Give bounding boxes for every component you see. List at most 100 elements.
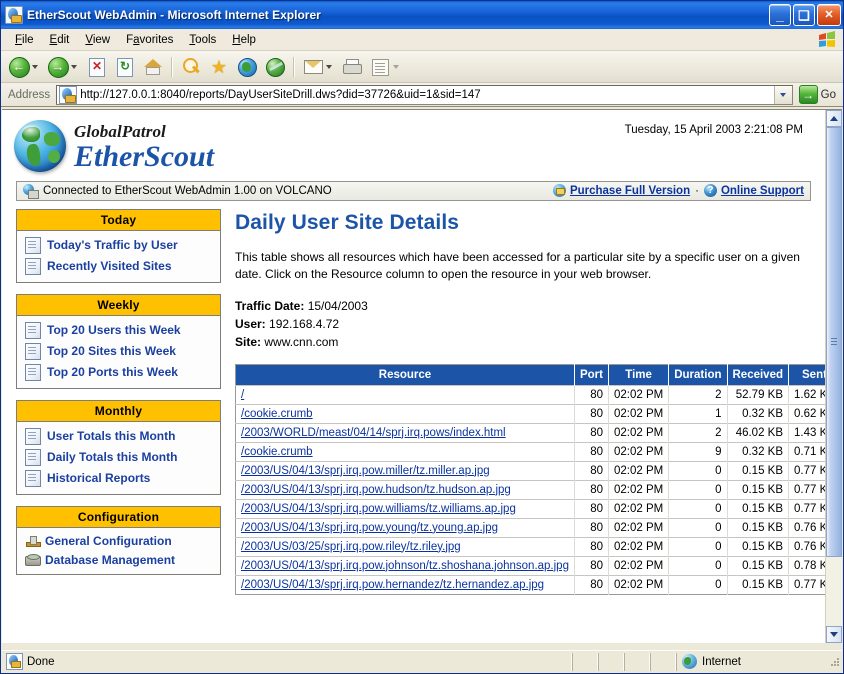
- maximize-button[interactable]: ❑: [793, 4, 815, 26]
- resource-link[interactable]: /2003/US/04/13/sprj.irq.pow.hernandez/tz…: [241, 579, 544, 591]
- edit-button[interactable]: [366, 54, 405, 80]
- menu-item-view[interactable]: View: [77, 32, 118, 48]
- sidebar-item-label[interactable]: General Configuration: [45, 534, 172, 548]
- cell-port: 80: [574, 403, 609, 424]
- menu-item-favorites[interactable]: Favorites: [118, 32, 181, 48]
- security-zone-pane[interactable]: Internet: [676, 652, 826, 671]
- back-dropdown-icon[interactable]: [32, 64, 38, 69]
- sidebar-item-label[interactable]: Top 20 Sites this Week: [47, 344, 176, 358]
- cell-resource: /2003/US/04/13/sprj.irq.pow.williams/tz.…: [235, 498, 575, 519]
- menu-item-edit[interactable]: Edit: [42, 32, 78, 48]
- edit-page-icon: [369, 56, 391, 78]
- favorites-button[interactable]: ★: [205, 54, 233, 80]
- address-box[interactable]: [56, 84, 793, 105]
- address-input[interactable]: [80, 88, 774, 101]
- resource-link[interactable]: /: [241, 389, 244, 401]
- sidebar-item-general-configuration[interactable]: General Configuration: [17, 532, 220, 551]
- resource-link[interactable]: /2003/WORLD/meast/04/14/sprj.irq.pows/in…: [241, 427, 506, 439]
- resource-link[interactable]: /2003/US/04/13/sprj.irq.pow.young/tz.you…: [241, 522, 498, 534]
- document-icon: [25, 257, 41, 275]
- table-row: /2003/WORLD/meast/04/14/sprj.irq.pows/in…: [235, 422, 825, 443]
- sidebar-item-recently-visited-sites[interactable]: Recently Visited Sites: [17, 256, 220, 277]
- brand-product: EtherScout: [74, 140, 215, 173]
- column-header-port[interactable]: Port: [574, 364, 609, 386]
- status-pane-4: [650, 652, 676, 671]
- sidebar-item-historical-reports[interactable]: Historical Reports: [17, 468, 220, 489]
- go-button[interactable]: → Go: [793, 85, 840, 104]
- scrollbar-thumb[interactable]: [826, 127, 842, 557]
- forward-button[interactable]: →: [44, 54, 83, 80]
- menu-item-help[interactable]: Help: [224, 32, 264, 48]
- sidebar-item-database-management[interactable]: Database Management: [17, 551, 220, 569]
- cell-sent: 0.62 KB: [788, 403, 825, 424]
- resource-link[interactable]: /2003/US/04/13/sprj.irq.pow.miller/tz.mi…: [241, 465, 490, 477]
- sidebar-item-label[interactable]: User Totals this Month: [47, 429, 175, 443]
- sidebar-item-label[interactable]: Top 20 Ports this Week: [47, 365, 178, 379]
- resource-link[interactable]: /2003/US/04/13/sprj.irq.pow.williams/tz.…: [241, 503, 516, 515]
- sidebar-item-label[interactable]: Top 20 Users this Week: [47, 323, 181, 337]
- edit-dropdown-icon[interactable]: [393, 64, 399, 69]
- document-icon: [25, 342, 41, 360]
- search-button[interactable]: [177, 54, 205, 80]
- cell-duration: 0: [668, 479, 728, 500]
- cell-time: 02:02 PM: [608, 479, 670, 500]
- close-button[interactable]: ✕: [817, 4, 841, 26]
- refresh-button[interactable]: ↻: [111, 54, 139, 80]
- status-pane-3: [624, 652, 650, 671]
- purchase-full-version-link[interactable]: Purchase Full Version: [570, 185, 690, 197]
- resource-link[interactable]: /cookie.crumb: [241, 446, 313, 458]
- sidebar-item-label[interactable]: Database Management: [45, 553, 175, 567]
- address-dropdown-button[interactable]: [773, 85, 792, 104]
- cell-received: 0.32 KB: [727, 441, 790, 462]
- cell-received: 0.15 KB: [727, 498, 790, 519]
- cell-time: 02:02 PM: [608, 555, 670, 576]
- column-header-resource[interactable]: Resource: [235, 364, 575, 386]
- back-button[interactable]: ←: [5, 54, 44, 80]
- cell-sent: 0.77 KB: [788, 479, 825, 500]
- history-button[interactable]: [261, 54, 289, 80]
- home-button[interactable]: [139, 54, 167, 80]
- question-mark-icon: ?: [703, 184, 717, 197]
- window-titlebar[interactable]: EtherScout WebAdmin - Microsoft Internet…: [1, 1, 843, 29]
- status-pane-2: [598, 652, 624, 671]
- stop-button[interactable]: ✕: [83, 54, 111, 80]
- resource-link[interactable]: /2003/US/04/13/sprj.irq.pow.johnson/tz.s…: [241, 560, 569, 572]
- sidebar-item-user-totals-this-month[interactable]: User Totals this Month: [17, 426, 220, 447]
- nav-group-today-title: Today: [17, 209, 220, 231]
- resize-grip-icon[interactable]: [828, 655, 842, 669]
- print-button[interactable]: [338, 54, 366, 80]
- column-header-duration[interactable]: Duration: [668, 364, 728, 386]
- forward-dropdown-icon[interactable]: [71, 64, 77, 69]
- menu-item-file[interactable]: FFileile: [7, 32, 42, 48]
- column-header-time[interactable]: Time: [608, 364, 670, 386]
- page-title: Daily User Site Details: [235, 210, 460, 234]
- media-button[interactable]: [233, 54, 261, 80]
- page-viewport: GlobalPatrol EtherScout Tuesday, 15 Apri…: [2, 109, 842, 643]
- column-header-sent[interactable]: Sent: [788, 364, 825, 386]
- mail-button[interactable]: [299, 54, 338, 80]
- resource-link[interactable]: /cookie.crumb: [241, 408, 313, 420]
- scroll-up-button[interactable]: [826, 110, 842, 127]
- page-scrollbar[interactable]: [825, 110, 842, 643]
- menu-item-tools[interactable]: Tools: [181, 32, 224, 48]
- sidebar-item-daily-totals-this-month[interactable]: Daily Totals this Month: [17, 447, 220, 468]
- sidebar-item-top-20-sites-this-week[interactable]: Top 20 Sites this Week: [17, 341, 220, 362]
- resource-link[interactable]: /2003/US/04/13/sprj.irq.pow.hudson/tz.hu…: [241, 484, 511, 496]
- sidebar-item-label[interactable]: Daily Totals this Month: [47, 450, 177, 464]
- scroll-down-button[interactable]: [826, 626, 842, 643]
- resource-link[interactable]: /2003/US/03/25/sprj.irq.pow.riley/tz.ril…: [241, 541, 461, 553]
- brand-company: GlobalPatrol: [74, 122, 166, 141]
- scrollbar-track[interactable]: [826, 127, 842, 626]
- online-support-link[interactable]: Online Support: [721, 185, 804, 197]
- sidebar-item-top-20-ports-this-week[interactable]: Top 20 Ports this Week: [17, 362, 220, 383]
- cell-received: 0.15 KB: [727, 574, 790, 595]
- mail-dropdown-icon[interactable]: [326, 64, 332, 69]
- sidebar-item-label[interactable]: Today's Traffic by User: [47, 238, 178, 252]
- sidebar-item-top-20-users-this-week[interactable]: Top 20 Users this Week: [17, 320, 220, 341]
- toolbar-separator-2: [293, 56, 295, 77]
- column-header-received[interactable]: Received: [727, 364, 790, 386]
- sidebar-item-label[interactable]: Historical Reports: [47, 471, 150, 485]
- sidebar-item-label[interactable]: Recently Visited Sites: [47, 259, 172, 273]
- sidebar-item-todays-traffic-by-user[interactable]: Today's Traffic by User: [17, 235, 220, 256]
- minimize-button[interactable]: _: [769, 4, 791, 26]
